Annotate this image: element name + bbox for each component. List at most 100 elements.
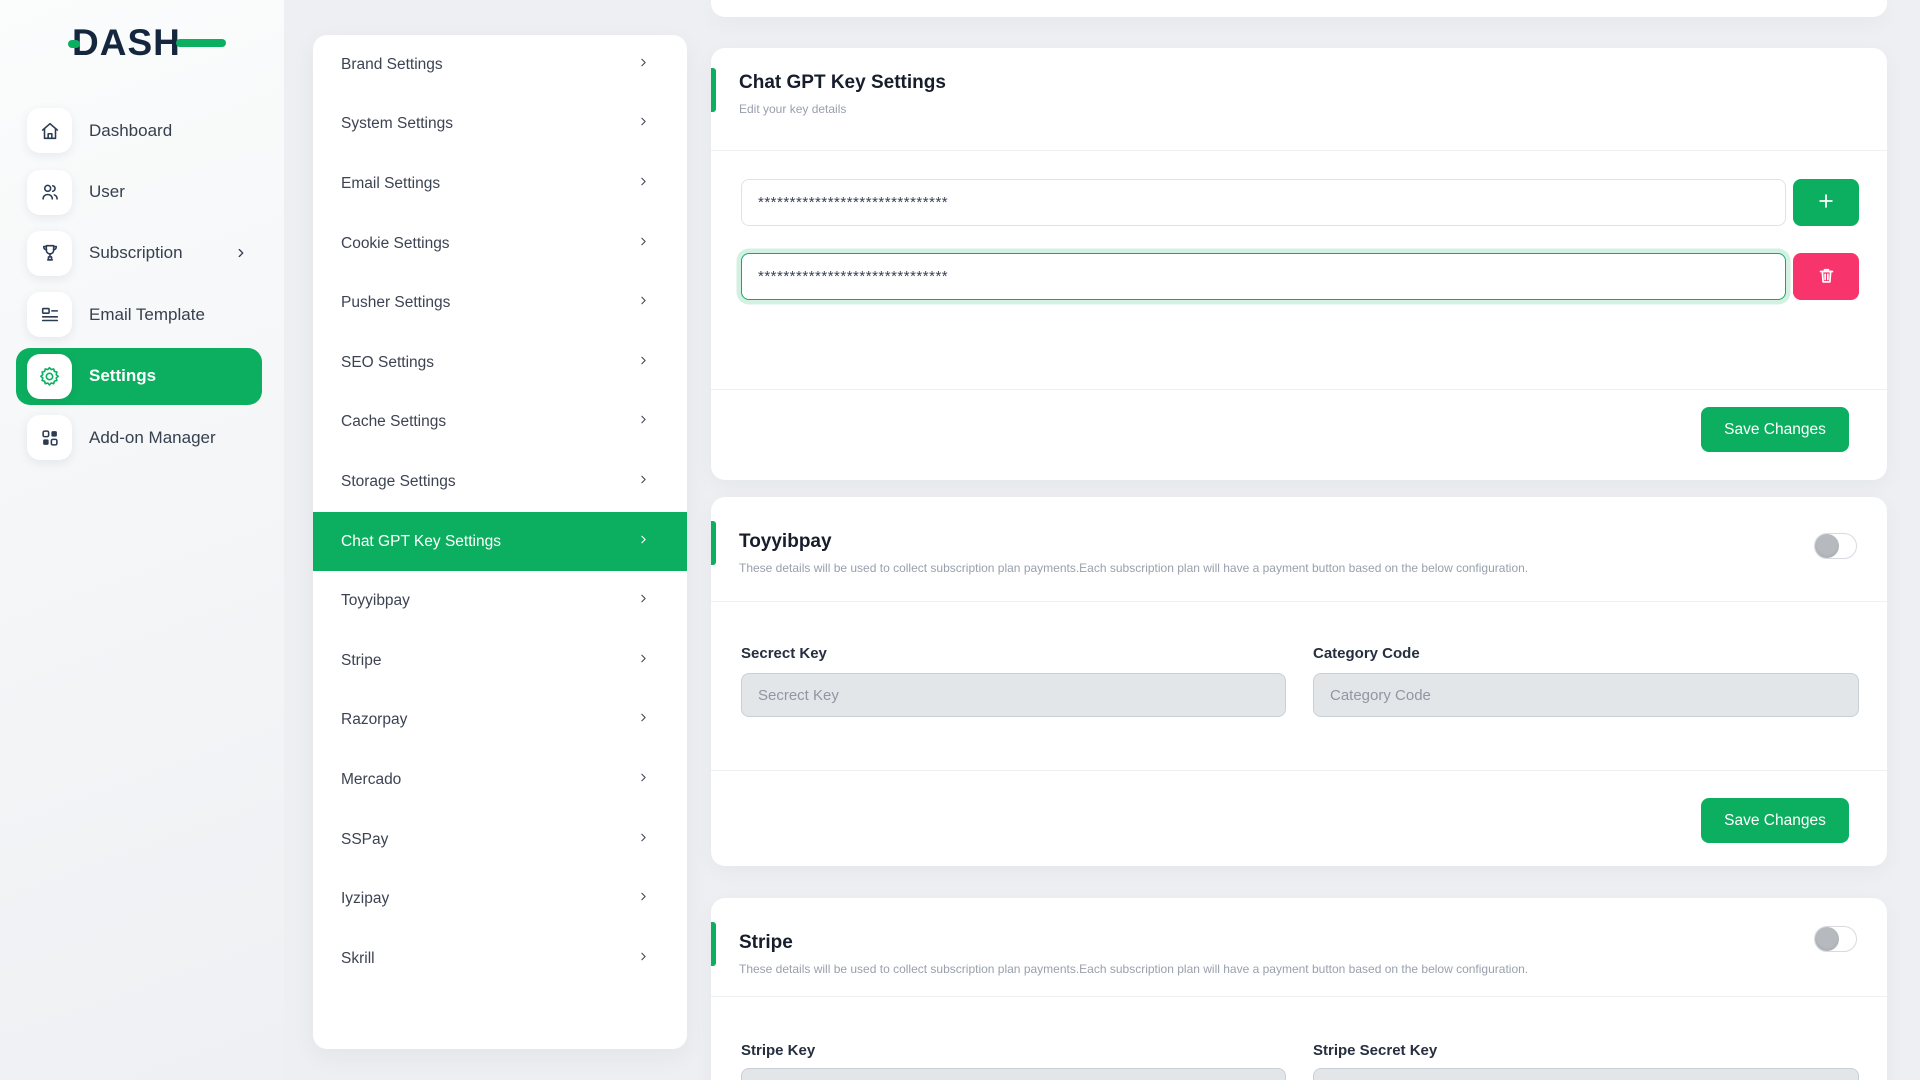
stripe-key-input[interactable] [741,1068,1286,1080]
settings-menu-panel: Brand Settings System Settings Email Set… [313,35,687,1049]
menu-item-label: Razorpay [341,711,407,729]
menu-item-label: Cookie Settings [341,235,450,253]
chevron-right-icon [637,771,650,789]
menu-item-label: Brand Settings [341,56,443,74]
divider [711,389,1887,390]
gear-icon [27,354,72,399]
chevron-right-icon [637,413,650,431]
chevron-right-icon [637,354,650,372]
secrect-key-input[interactable] [741,673,1286,717]
dash-logo[interactable]: DASH [72,20,212,66]
field-label: Secrect Key [741,645,1286,662]
settings-menu-item-stripe[interactable]: Stripe [313,631,687,691]
sidebar-item-label: Dashboard [89,121,172,141]
menu-item-label: Skrill [341,950,375,968]
card-title: Stripe [739,932,793,954]
settings-menu-item-iyzipay[interactable]: Iyzipay [313,869,687,929]
settings-menu-item-storage-settings[interactable]: Storage Settings [313,452,687,512]
dash-logo-bar [176,39,226,47]
delete-key-button[interactable] [1793,253,1859,300]
sidebar-item-label: User [89,182,125,202]
divider [711,996,1887,997]
menu-item-label: SEO Settings [341,354,434,372]
dash-logo-dot [68,40,80,48]
sidebar-item-settings[interactable]: Settings [16,348,262,405]
chatgpt-key-input-1[interactable] [741,179,1786,226]
card-accent-bar [711,68,716,112]
card-accent-bar [711,521,716,565]
settings-menu-item-email-settings[interactable]: Email Settings [313,154,687,214]
settings-menu-item-razorpay[interactable]: Razorpay [313,691,687,751]
sidebar-item-subscription[interactable]: Subscription [0,223,284,284]
toyyibpay-toggle[interactable] [1814,533,1857,559]
field-label: Stripe Secret Key [1313,1042,1859,1059]
chevron-right-icon [637,473,650,491]
menu-item-label: Email Settings [341,175,440,193]
menu-item-label: Iyzipay [341,890,389,908]
chevron-right-icon [637,294,650,312]
chatgpt-key-input-2[interactable] [741,253,1786,300]
chevron-right-icon [637,652,650,670]
sidebar-item-addon-manager[interactable]: Add-on Manager [0,407,284,468]
sidebar-item-email-template[interactable]: Email Template [0,284,284,345]
menu-item-label: Pusher Settings [341,294,450,312]
chevron-right-icon [637,533,650,551]
settings-menu-item-brand-settings[interactable]: Brand Settings [313,35,687,95]
chevron-right-icon [637,950,650,968]
card-title: Chat GPT Key Settings [739,72,946,94]
chatgpt-save-button[interactable]: Save Changes [1701,407,1849,452]
divider [711,150,1887,151]
card-title: Toyyibpay [739,531,832,553]
chevron-right-icon [637,115,650,133]
settings-menu-item-cache-settings[interactable]: Cache Settings [313,393,687,453]
email-template-icon [27,292,72,337]
category-code-input[interactable] [1313,673,1859,717]
divider [711,770,1887,771]
stripe-toggle[interactable] [1814,926,1857,952]
menu-item-label: Stripe [341,652,382,670]
users-icon [27,170,72,215]
settings-menu-item-sspay[interactable]: SSPay [313,810,687,870]
settings-menu-item-pusher-settings[interactable]: Pusher Settings [313,273,687,333]
chevron-right-icon [637,890,650,908]
grid-icon [27,415,72,460]
menu-item-label: SSPay [341,831,388,849]
chevron-right-icon [637,235,650,253]
settings-menu-item-chat-gpt-key-settings[interactable]: Chat GPT Key Settings [313,512,687,572]
settings-menu-item-mercado[interactable]: Mercado [313,750,687,810]
sidebar-item-label: Subscription [89,243,183,263]
menu-item-label: Cache Settings [341,413,446,431]
sidebar-item-label: Settings [89,366,156,386]
sidebar-item-dashboard[interactable]: Dashboard [0,100,284,161]
chevron-right-icon [637,592,650,610]
previous-card-bottom [711,0,1887,17]
sidebar-item-user[interactable]: User [0,161,284,222]
settings-page: DASH Dashboard User Subscri [0,0,1920,1080]
stripe-secret-key-input[interactable] [1313,1068,1859,1080]
chevron-right-icon [637,711,650,729]
settings-menu-item-skrill[interactable]: Skrill [313,929,687,989]
toyyibpay-card: Toyyibpay These details will be used to … [711,497,1887,866]
toggle-knob [1815,534,1839,558]
menu-item-label: Chat GPT Key Settings [341,533,501,551]
toggle-knob [1815,927,1839,951]
menu-item-label: Storage Settings [341,473,456,491]
field-label: Stripe Key [741,1042,1286,1059]
settings-menu-item-seo-settings[interactable]: SEO Settings [313,333,687,393]
main-sidebar: DASH Dashboard User Subscri [0,0,284,1080]
divider [711,601,1887,602]
chevron-right-icon [637,175,650,193]
trash-icon [1817,266,1836,288]
card-subtitle: These details will be used to collect su… [739,561,1528,575]
toyyibpay-save-button[interactable]: Save Changes [1701,798,1849,843]
stripe-card: Stripe These details will be used to col… [711,898,1887,1080]
settings-menu-item-cookie-settings[interactable]: Cookie Settings [313,214,687,274]
card-accent-bar [711,922,716,966]
add-key-button[interactable] [1793,179,1859,226]
settings-menu-item-toyyibpay[interactable]: Toyyibpay [313,571,687,631]
menu-item-label: Toyyibpay [341,592,410,610]
settings-menu-item-system-settings[interactable]: System Settings [313,95,687,155]
chevron-right-icon [637,56,650,74]
sidebar-item-label: Add-on Manager [89,428,216,448]
menu-item-label: Mercado [341,771,401,789]
